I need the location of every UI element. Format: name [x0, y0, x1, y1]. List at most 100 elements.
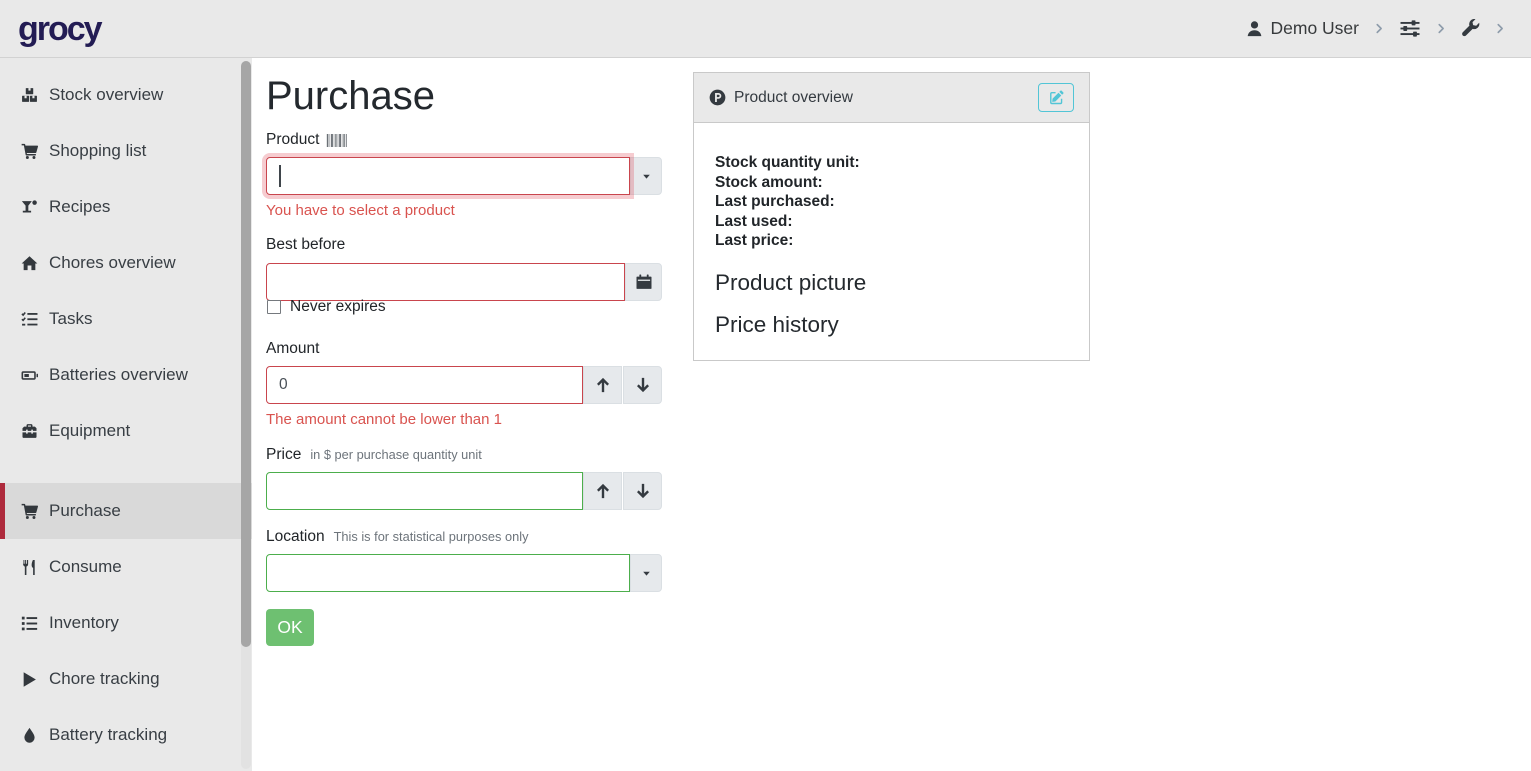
location-input[interactable]: [266, 554, 630, 592]
sidebar-scrollbar-thumb[interactable]: [241, 61, 251, 647]
sidebar-divider: [0, 459, 252, 483]
never-expires-checkbox[interactable]: [267, 300, 281, 314]
never-expires-row: Never expires: [267, 298, 386, 316]
sidebar-item-label: Inventory: [49, 613, 119, 633]
home-icon: [20, 255, 39, 272]
amount-label: Amount: [266, 340, 319, 358]
product-overview-field: Stock quantity unit:: [715, 153, 1068, 173]
tasks-icon: [20, 311, 39, 328]
price-input[interactable]: [266, 472, 583, 510]
product-overview-title: Product overview: [734, 89, 853, 107]
toolbox-icon: [20, 423, 39, 440]
play-icon: [20, 671, 39, 688]
price-hint: in $ per purchase quantity unit: [310, 447, 481, 462]
sidebar-item-tasks[interactable]: Tasks: [0, 291, 252, 347]
tint-icon: [20, 727, 39, 744]
caret-down-icon: [641, 171, 652, 182]
amount-decrease-button[interactable]: [623, 366, 662, 404]
product-dropdown-button[interactable]: [630, 157, 662, 195]
shopping-cart-icon: [20, 503, 39, 520]
calendar-button[interactable]: [625, 263, 662, 301]
text-cursor: [279, 165, 281, 187]
list-icon: [20, 615, 39, 632]
location-hint: This is for statistical purposes only: [334, 529, 529, 544]
shopping-cart-icon: [20, 143, 39, 160]
boxes-icon: [20, 87, 39, 104]
user-menu[interactable]: Demo User: [1246, 18, 1360, 39]
product-overview-panel: Product overview Stock quantity unit:Sto…: [693, 72, 1090, 361]
best-before-label: Best before: [266, 236, 345, 254]
sidebar-item-recipes[interactable]: Recipes: [0, 179, 252, 235]
amount-input-group: [266, 366, 662, 404]
sidebar-item-label: Purchase: [49, 501, 121, 521]
arrow-down-icon: [635, 483, 651, 499]
product-error: You have to select a product: [266, 202, 455, 219]
location-label: Location: [266, 528, 325, 546]
product-label: Product: [266, 131, 319, 149]
price-increase-button[interactable]: [583, 472, 622, 510]
sidebar-item-purchase[interactable]: Purchase: [0, 483, 252, 539]
wrench-icon: [1461, 19, 1480, 38]
sidebar-item-chores-overview[interactable]: Chores overview: [0, 235, 252, 291]
settings-menu[interactable]: [1399, 19, 1421, 38]
sidebar-item-shopping-list[interactable]: Shopping list: [0, 123, 252, 179]
topbar-menu: Demo User: [1246, 18, 1506, 39]
edit-product-button[interactable]: [1038, 83, 1074, 112]
sidebar-item-label: Recipes: [49, 197, 110, 217]
sidebar-item-batteries-overview[interactable]: Batteries overview: [0, 347, 252, 403]
sidebar-item-label: Stock overview: [49, 85, 163, 105]
sidebar-item-label: Chore tracking: [49, 669, 160, 689]
sidebar-item-inventory[interactable]: Inventory: [0, 595, 252, 651]
location-dropdown-button[interactable]: [630, 554, 662, 592]
calendar-icon: [636, 274, 652, 290]
amount-increase-button[interactable]: [583, 366, 622, 404]
sidebar-item-label: Battery tracking: [49, 725, 167, 745]
sidebar-item-label: Consume: [49, 557, 122, 577]
caret-down-icon: [641, 568, 652, 579]
sidebar-nav: Stock overview Shopping list Recipes Chores…: [0, 67, 252, 763]
amount-error: The amount cannot be lower than 1: [266, 411, 502, 428]
never-expires-label: Never expires: [290, 298, 386, 316]
price-label: Price: [266, 446, 301, 464]
sidebar-item-consume[interactable]: Consume: [0, 539, 252, 595]
product-overview-sections: Product picturePrice history: [715, 271, 1068, 338]
chevron-right-icon: [1374, 22, 1384, 35]
sidebar-item-battery-tracking[interactable]: Battery tracking: [0, 707, 252, 763]
amount-label-row: Amount: [266, 340, 319, 358]
product-overview-fields: Stock quantity unit:Stock amount:Last pu…: [715, 153, 1068, 251]
sidebar-item-label: Equipment: [49, 421, 130, 441]
panel-section-title: Product picture: [715, 271, 1068, 296]
best-before-input[interactable]: [266, 263, 625, 301]
barcode-icon: [326, 134, 349, 147]
main-content: Purchase Product You have to select a pr…: [252, 58, 1531, 771]
sidebar-item-stock-overview[interactable]: Stock overview: [0, 67, 252, 123]
utensils-icon: [20, 559, 39, 576]
product-overview-field: Last purchased:: [715, 192, 1068, 212]
product-circle-icon: [709, 89, 726, 106]
topbar: grocy Demo User: [0, 0, 1531, 58]
sidebar-item-chore-tracking[interactable]: Chore tracking: [0, 651, 252, 707]
price-input-group: [266, 472, 662, 510]
arrow-down-icon: [635, 377, 651, 393]
product-input[interactable]: [266, 157, 630, 195]
admin-menu[interactable]: [1461, 19, 1480, 38]
user-menu-label: Demo User: [1271, 18, 1360, 39]
sidebar-item-equipment[interactable]: Equipment: [0, 403, 252, 459]
chevron-right-icon: [1436, 22, 1446, 35]
amount-input[interactable]: [266, 366, 583, 404]
app-logo[interactable]: grocy: [18, 12, 101, 46]
sidebar-item-label: Batteries overview: [49, 365, 188, 385]
product-label-row: Product: [266, 131, 349, 149]
sidebar-item-label: Tasks: [49, 309, 92, 329]
arrow-up-icon: [595, 377, 611, 393]
price-decrease-button[interactable]: [623, 472, 662, 510]
ok-button[interactable]: OK: [266, 609, 314, 646]
chevron-right-icon: [1495, 22, 1505, 35]
cocktail-icon: [20, 199, 39, 216]
price-label-row: Price in $ per purchase quantity unit: [266, 446, 482, 464]
battery-icon: [20, 367, 39, 384]
product-overview-field: Last price:: [715, 231, 1068, 251]
sliders-icon: [1399, 19, 1421, 38]
product-overview-header: Product overview: [694, 73, 1089, 123]
arrow-up-icon: [595, 483, 611, 499]
